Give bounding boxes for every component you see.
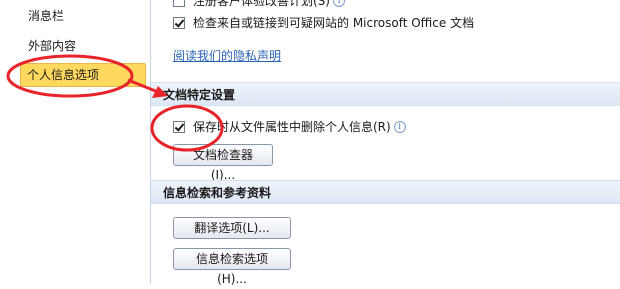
customer-experience-label: 注册客户体验改善计划(S)	[193, 0, 330, 8]
check-suspicious-label: 检查来自或链接到可疑网站的 Microsoft Office 文档	[193, 16, 475, 30]
privacy-statement-link[interactable]: 阅读我们的隐私声明	[173, 47, 281, 65]
section-doc-specific-header: 文档特定设置	[151, 82, 620, 106]
check-suspicious-row[interactable]: 检查来自或链接到可疑网站的 Microsoft Office 文档	[173, 14, 474, 32]
options-content: 注册客户体验改善计划(S) i 检查来自或链接到可疑网站的 Microsoft …	[151, 0, 620, 286]
privacy-link-row: 阅读我们的隐私声明	[173, 47, 281, 65]
customer-experience-checkbox[interactable]	[173, 0, 185, 7]
nav-item-external-content[interactable]: 外部内容	[22, 36, 82, 56]
options-nav-pane: 消息栏 外部内容 个人信息选项	[0, 0, 151, 284]
doc-inspector-button[interactable]: 文档检查器(I)...	[173, 144, 273, 182]
customer-experience-row[interactable]: 注册客户体验改善计划(S) i	[173, 0, 345, 10]
remove-personal-info-row[interactable]: 保存时从文件属性中删除个人信息(R) i	[173, 118, 406, 136]
section-research-header: 信息检索和参考资料	[151, 180, 620, 204]
remove-personal-info-checkbox[interactable]	[173, 121, 185, 133]
nav-item-message-bar[interactable]: 消息栏	[22, 6, 70, 26]
check-suspicious-checkbox[interactable]	[173, 17, 185, 29]
remove-personal-info-label: 保存时从文件属性中删除个人信息(R)	[193, 120, 391, 134]
translation-options-button[interactable]: 翻译选项(L)...	[173, 217, 291, 239]
research-options-button[interactable]: 信息检索选项(H)...	[173, 248, 291, 286]
info-icon[interactable]: i	[332, 0, 345, 7]
nav-item-privacy-options[interactable]: 个人信息选项	[20, 63, 146, 87]
info-icon[interactable]: i	[393, 121, 406, 133]
